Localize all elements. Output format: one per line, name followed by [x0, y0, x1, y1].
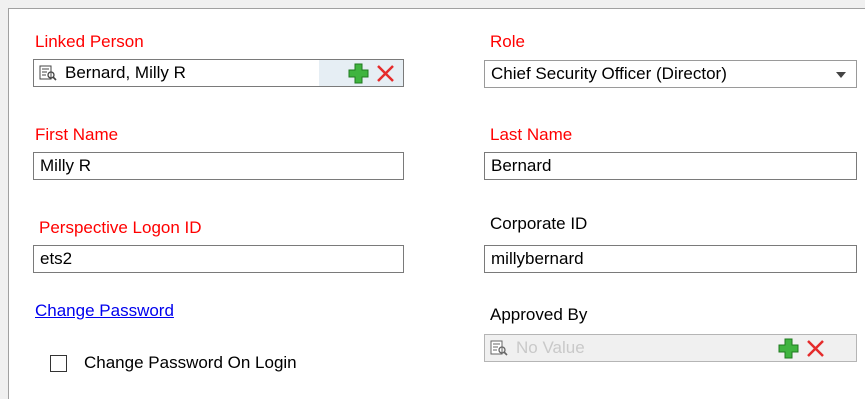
approved-by-field[interactable]: No Value	[484, 334, 857, 362]
corporate-id-input[interactable]: millybernard	[484, 245, 857, 273]
approved-by-placeholder: No Value	[516, 338, 585, 357]
chevron-down-icon	[836, 72, 846, 78]
first-name-input[interactable]: Milly R	[33, 152, 404, 180]
clear-linked-person-button[interactable]	[375, 63, 396, 84]
role-label: Role	[490, 32, 525, 51]
person-form-panel: Linked Person Bernard, Milly R Role Chie…	[8, 8, 865, 399]
first-name-label: First Name	[35, 125, 119, 144]
add-approver-button[interactable]	[778, 338, 799, 359]
approved-by-label: Approved By	[490, 305, 588, 324]
change-password-link[interactable]: Change Password	[35, 301, 174, 321]
add-linked-person-button[interactable]	[348, 63, 369, 84]
change-password-on-login-label: Change Password On Login	[84, 353, 297, 372]
linked-person-label: Linked Person	[35, 32, 144, 51]
last-name-input[interactable]: Bernard	[484, 152, 857, 180]
logon-id-input[interactable]: ets2	[33, 245, 404, 273]
corporate-id-label: Corporate ID	[490, 214, 588, 233]
last-name-label: Last Name	[490, 125, 573, 144]
lookup-icon	[39, 65, 57, 81]
role-select[interactable]: Chief Security Officer (Director)	[484, 60, 857, 88]
logon-id-label: Perspective Logon ID	[39, 218, 202, 237]
lookup-icon	[490, 340, 508, 356]
linked-person-value: Bernard, Milly R	[65, 63, 186, 82]
clear-approver-button[interactable]	[805, 338, 826, 359]
change-password-on-login-checkbox[interactable]	[50, 355, 67, 372]
role-value: Chief Security Officer (Director)	[491, 64, 727, 83]
linked-person-field[interactable]: Bernard, Milly R	[33, 59, 404, 87]
